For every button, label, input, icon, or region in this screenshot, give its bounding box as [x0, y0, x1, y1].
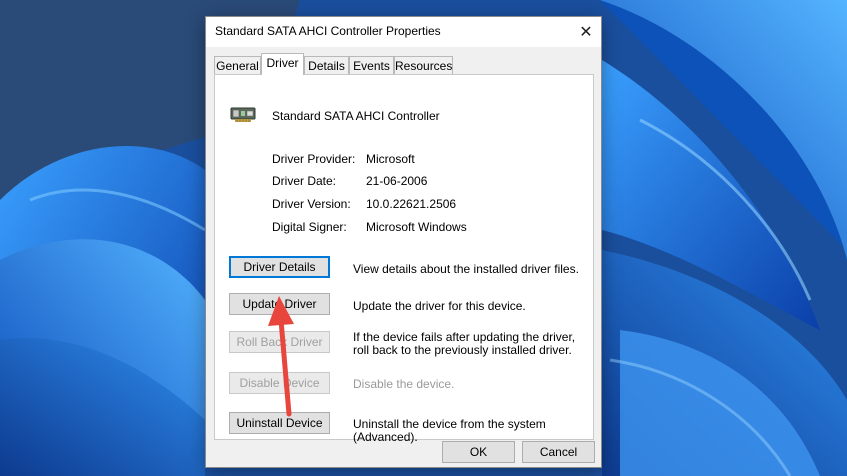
tab-general[interactable]: General — [214, 56, 261, 74]
tab-events[interactable]: Events — [349, 56, 394, 74]
close-icon: ✕ — [579, 24, 593, 41]
digital-signer-value: Microsoft Windows — [366, 220, 467, 234]
driver-date-value: 21-06-2006 — [366, 174, 428, 188]
storage-controller-icon — [230, 107, 256, 122]
window-title: Standard SATA AHCI Controller Properties — [215, 24, 441, 38]
roll-back-driver-description: If the device fails after updating the d… — [353, 330, 576, 357]
cancel-button[interactable]: Cancel — [522, 441, 595, 463]
roll-back-driver-button[interactable]: Roll Back Driver — [229, 331, 330, 353]
driver-version-value: 10.0.22621.2506 — [366, 197, 457, 211]
driver-provider-value: Microsoft — [366, 152, 415, 166]
uninstall-device-button[interactable]: Uninstall Device — [229, 412, 330, 434]
driver-version-label: Driver Version: — [272, 197, 351, 211]
driver-details-description: View details about the installed driver … — [353, 262, 579, 276]
tab-driver[interactable]: Driver — [261, 53, 304, 75]
driver-provider-label: Driver Provider: — [272, 152, 356, 166]
driver-tab-panel: Standard SATA AHCI Controller Driver Pro… — [214, 74, 594, 444]
tab-details[interactable]: Details — [304, 56, 349, 74]
disable-device-button[interactable]: Disable Device — [229, 372, 330, 394]
ok-button[interactable]: OK — [442, 441, 515, 463]
title-bar[interactable]: Standard SATA AHCI Controller Properties… — [206, 17, 601, 47]
close-button[interactable]: ✕ — [571, 17, 601, 47]
tab-resources[interactable]: Resources — [394, 56, 453, 74]
driver-date-label: Driver Date: — [272, 174, 337, 188]
disable-device-description: Disable the device. — [353, 377, 455, 391]
properties-dialog: Standard SATA AHCI Controller Properties… — [205, 16, 602, 468]
driver-details-button[interactable]: Driver Details — [229, 256, 330, 278]
device-name: Standard SATA AHCI Controller — [272, 109, 440, 123]
update-driver-description: Update the driver for this device. — [353, 299, 526, 313]
digital-signer-label: Digital Signer: — [272, 220, 347, 234]
update-driver-button[interactable]: Update Driver — [229, 293, 330, 315]
